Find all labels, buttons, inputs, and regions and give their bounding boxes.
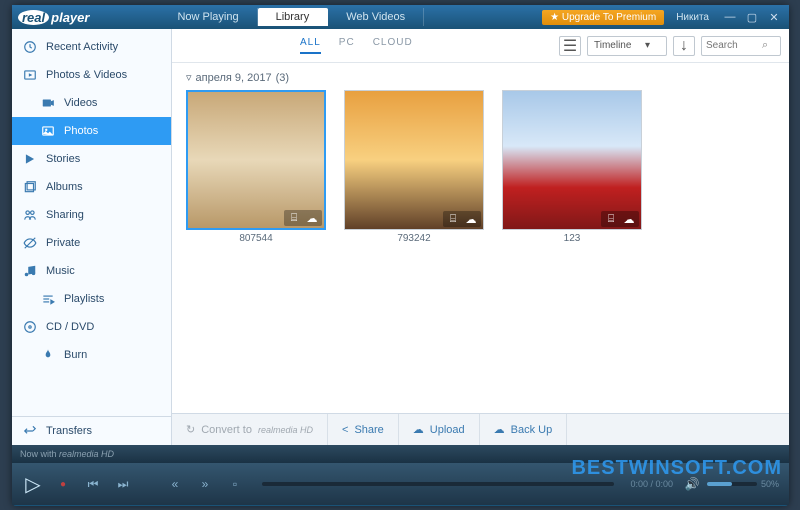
volume-control: 🔊 50% [681,473,779,495]
thumbnail-grid: ⌸☁ 807544 ⌸☁ 793242 ⌸☁ 123 [186,90,775,244]
app-window: realplayer Now Playing Library Web Video… [12,5,789,506]
music-icon [22,263,38,279]
upload-icon: ☁ [413,423,424,436]
sidebar: Recent Activity Photos & Videos Videos P… [12,29,172,445]
cloud-icon: ☁ [621,213,637,225]
content-area: Recent Activity Photos & Videos Videos P… [12,29,789,445]
status-bar: Now with realmedia HD [12,445,789,463]
forward-button[interactable]: » [194,473,216,495]
search-input[interactable] [706,40,762,51]
photo-thumbnail[interactable]: ⌸☁ 793242 [344,90,484,244]
action-bar: ↻Convert to realmedia HD <Share ☁Upload … [172,413,789,445]
clock-icon [22,39,38,55]
filter-bar: ALL PC CLOUD ☰ Timeline▾ ↓ ⌕ [172,29,789,63]
sharing-icon [22,207,38,223]
titlebar: realplayer Now Playing Library Web Video… [12,5,789,29]
next-button[interactable]: ⏭ [112,473,134,495]
private-icon [22,235,38,251]
group-header[interactable]: ▿ апреля 9, 2017 (3) [186,71,775,84]
sidebar-item-cddvd[interactable]: CD / DVD [12,313,171,341]
app-logo: realplayer [18,10,89,25]
cloud-icon: ☁ [304,212,320,224]
transfers-icon [22,423,38,439]
sidebar-item-photos-videos[interactable]: Photos & Videos [12,61,171,89]
search-icon: ⌕ [762,39,768,52]
convert-button[interactable]: ↻Convert to realmedia HD [172,414,328,445]
stop-button[interactable]: ▫ [224,473,246,495]
volume-icon[interactable]: 🔊 [681,473,703,495]
filter-cloud[interactable]: CLOUD [373,37,413,54]
chevron-down-icon: ▾ [645,40,650,51]
rewind-button[interactable]: « [164,473,186,495]
player-bar: ▷ ● ⏮ ⏭ « » ▫ 0:00 / 0:00 🔊 50% [12,463,789,505]
sort-direction-button[interactable]: ↓ [673,36,695,56]
time-display: 0:00 / 0:00 [630,479,673,489]
local-icon: ⌸ [286,212,302,224]
thumbnail-label: 807544 [239,233,272,244]
sidebar-item-music[interactable]: Music [12,257,171,285]
local-icon: ⌸ [603,213,619,225]
sidebar-item-private[interactable]: Private [12,229,171,257]
media-icon [22,67,38,83]
thumbnail-image: ⌸☁ [186,90,326,230]
photo-thumbnail[interactable]: ⌸☁ 807544 [186,90,326,244]
backup-button[interactable]: ☁Back Up [480,414,568,445]
top-tabs: Now Playing Library Web Videos [159,8,424,26]
maximize-button[interactable]: ▢ [743,10,761,24]
search-box[interactable]: ⌕ [701,36,781,56]
close-button[interactable]: ✕ [765,10,783,24]
thumbnail-label: 793242 [397,233,430,244]
burn-icon [40,347,56,363]
tab-web-videos[interactable]: Web Videos [328,8,424,26]
convert-icon: ↻ [186,423,195,436]
username[interactable]: Никита [668,12,717,23]
share-icon: < [342,424,348,436]
albums-icon [22,179,38,195]
filter-pc[interactable]: PC [339,37,355,54]
prev-button[interactable]: ⏮ [82,473,104,495]
thumbnail-image: ⌸☁ [344,90,484,230]
sidebar-item-burn[interactable]: Burn [12,341,171,369]
sidebar-item-transfers[interactable]: Transfers [12,416,171,445]
filter-tabs: ALL PC CLOUD [300,37,413,54]
main-panel: ALL PC CLOUD ☰ Timeline▾ ↓ ⌕ ▿ апреля 9,… [172,29,789,445]
playlist-icon [40,291,56,307]
chevron-down-icon: ▿ [186,71,192,84]
sidebar-item-recent[interactable]: Recent Activity [12,33,171,61]
progress-slider[interactable] [262,482,614,486]
sidebar-item-sharing[interactable]: Sharing [12,201,171,229]
stories-icon [22,151,38,167]
sidebar-item-stories[interactable]: Stories [12,145,171,173]
cloud-icon: ☁ [463,213,479,225]
upload-button[interactable]: ☁Upload [399,414,480,445]
backup-icon: ☁ [494,423,505,436]
photo-thumbnail[interactable]: ⌸☁ 123 [502,90,642,244]
upgrade-button[interactable]: ★ Upgrade To Premium [542,10,664,25]
thumbnail-label: 123 [564,233,581,244]
minimize-button[interactable]: — [721,10,739,24]
volume-value: 50% [761,479,779,489]
disc-icon [22,319,38,335]
share-button[interactable]: <Share [328,414,399,445]
sort-select[interactable]: Timeline▾ [587,36,667,56]
local-icon: ⌸ [445,213,461,225]
sidebar-item-photos[interactable]: Photos [12,117,171,145]
sidebar-item-videos[interactable]: Videos [12,89,171,117]
volume-slider[interactable] [707,482,757,486]
filter-all[interactable]: ALL [300,37,321,54]
play-button[interactable]: ▷ [22,473,44,495]
record-button[interactable]: ● [52,473,74,495]
date-group: ▿ апреля 9, 2017 (3) ⌸☁ 807544 ⌸☁ [172,63,789,252]
sidebar-item-albums[interactable]: Albums [12,173,171,201]
view-list-button[interactable]: ☰ [559,36,581,56]
tab-library[interactable]: Library [258,8,329,26]
tab-now-playing[interactable]: Now Playing [159,8,257,26]
video-icon [40,95,56,111]
sidebar-item-playlists[interactable]: Playlists [12,285,171,313]
photo-icon [40,123,56,139]
thumbnail-image: ⌸☁ [502,90,642,230]
